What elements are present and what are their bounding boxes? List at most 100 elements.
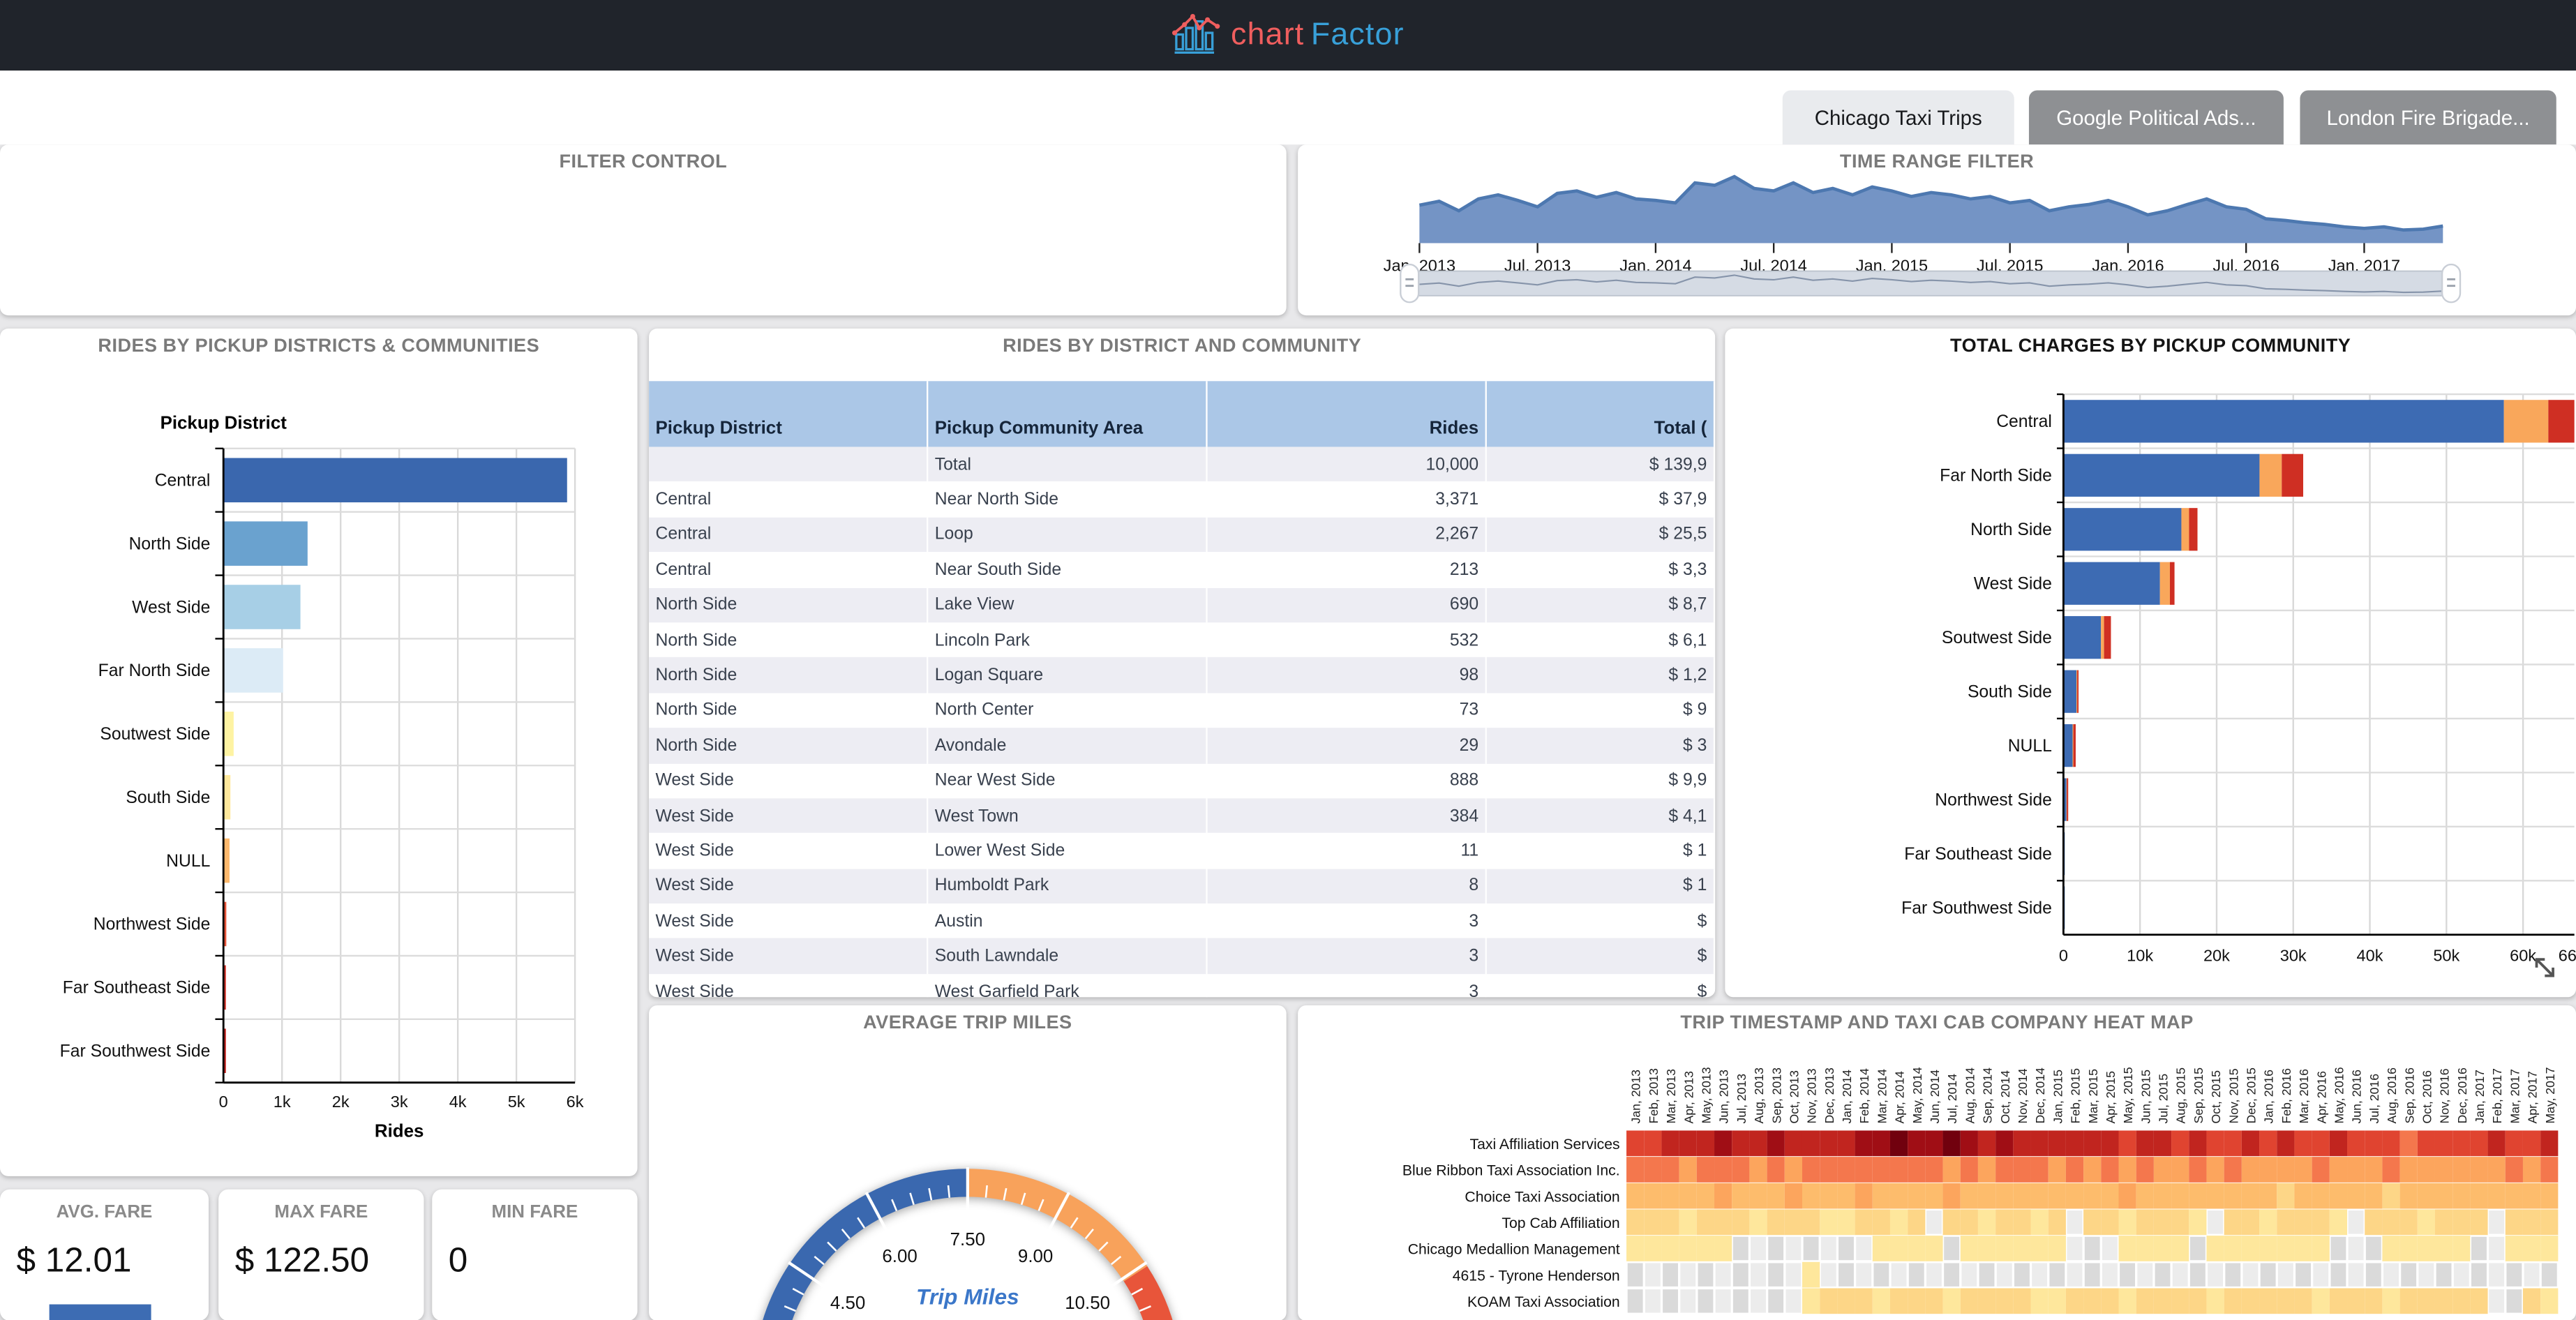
heatmap-cell[interactable]	[2101, 1183, 2119, 1209]
heatmap-cell[interactable]	[2347, 1157, 2365, 1183]
heatmap-cell[interactable]	[2471, 1263, 2487, 1287]
heatmap-cell[interactable]	[2136, 1183, 2154, 1209]
heatmap-cell[interactable]	[2241, 1130, 2260, 1157]
heatmap-cell[interactable]	[2030, 1236, 2049, 1261]
heatmap-cell[interactable]	[2540, 1130, 2559, 1157]
heatmap-cell[interactable]	[2329, 1130, 2348, 1157]
heatmap-cell[interactable]	[1820, 1183, 1838, 1209]
heatmap-cell[interactable]	[1661, 1157, 1679, 1183]
heatmap-cell[interactable]	[2382, 1209, 2400, 1236]
tab-london-fire-brigade[interactable]: London Fire Brigade...	[2300, 90, 2556, 145]
heatmap-cell[interactable]	[2224, 1130, 2242, 1157]
heatmap-cell[interactable]	[2048, 1183, 2066, 1209]
heatmap-cell[interactable]	[2083, 1209, 2102, 1236]
heatmap-cell[interactable]	[1960, 1236, 1978, 1261]
heatmap-cell[interactable]	[2030, 1130, 2049, 1157]
heatmap-cell[interactable]	[2470, 1183, 2488, 1209]
heatmap-cell[interactable]	[1889, 1288, 1908, 1314]
heatmap-cell[interactable]	[1698, 1263, 1714, 1287]
heatmap-cell[interactable]	[2365, 1130, 2383, 1157]
heatmap-cell[interactable]	[2206, 1183, 2224, 1209]
bar[interactable]	[224, 774, 231, 820]
heatmap-cell[interactable]	[2312, 1157, 2330, 1183]
heatmap-cell[interactable]	[1663, 1263, 1678, 1287]
heatmap-cell[interactable]	[2049, 1263, 2065, 1287]
bar-segment[interactable]	[2063, 616, 2102, 659]
heatmap-cell[interactable]	[2399, 1183, 2418, 1209]
heatmap-cell[interactable]	[1749, 1157, 1767, 1183]
heatmap-cell[interactable]	[1960, 1183, 1978, 1209]
heatmap-cell[interactable]	[2522, 1183, 2541, 1209]
heatmap-cell[interactable]	[2153, 1157, 2172, 1183]
heatmap-cell[interactable]	[1626, 1130, 1645, 1157]
heatmap-cell[interactable]	[2102, 1263, 2118, 1287]
heatmap-cell[interactable]	[2137, 1263, 2153, 1287]
heatmap-cell[interactable]	[2224, 1183, 2242, 1209]
trip-miles-gauge[interactable]: 4.50 6.00 7.50 9.00 10.50 Trip Miles	[649, 1005, 1287, 1320]
heatmap-cell[interactable]	[2487, 1157, 2506, 1183]
heatmap-cell[interactable]	[1732, 1183, 1750, 1209]
heatmap-cell[interactable]	[1626, 1209, 1645, 1236]
heatmap-cell[interactable]	[2296, 1263, 2311, 1287]
heatmap-cell[interactable]	[2365, 1183, 2383, 1209]
heatmap-cell[interactable]	[1839, 1263, 1854, 1287]
heatmap-cell[interactable]	[1751, 1263, 1766, 1287]
heatmap-cell[interactable]	[2030, 1157, 2049, 1183]
heatmap-cell[interactable]	[1977, 1288, 1996, 1314]
heatmap-cell[interactable]	[1837, 1183, 1855, 1209]
bar-segment[interactable]	[2548, 400, 2575, 443]
heatmap-cell[interactable]	[2489, 1210, 2505, 1234]
heatmap-cell[interactable]	[1820, 1236, 1836, 1261]
heatmap-cell[interactable]	[1749, 1209, 1767, 1236]
bar-segment[interactable]	[2063, 724, 2073, 767]
heatmap-cell[interactable]	[2014, 1263, 2030, 1287]
heatmap-cell[interactable]	[2277, 1183, 2295, 1209]
bar[interactable]	[224, 1028, 226, 1074]
heatmap-cell[interactable]	[1942, 1288, 1961, 1314]
heatmap-cell[interactable]	[1977, 1130, 1996, 1157]
resize-handle-icon[interactable]	[2535, 958, 2554, 977]
heatmap-cell[interactable]	[2153, 1209, 2172, 1236]
heatmap-cell[interactable]	[1714, 1183, 1732, 1209]
bar-segment[interactable]	[2073, 724, 2076, 767]
slider-handle-body[interactable]	[2441, 263, 2462, 303]
heatmap-cell[interactable]	[2136, 1288, 2154, 1314]
table-row[interactable]: Central Near South Side 213 $ 3,3	[649, 552, 1716, 587]
heatmap-cell[interactable]	[1663, 1289, 1678, 1313]
heatmap-cell[interactable]	[2399, 1288, 2418, 1314]
bar-segment[interactable]	[2063, 508, 2182, 551]
heatmap-cell[interactable]	[2083, 1183, 2102, 1209]
heatmap-cell[interactable]	[2118, 1183, 2136, 1209]
heatmap-cell[interactable]	[2399, 1236, 2418, 1261]
heatmap-cell[interactable]	[2277, 1130, 2295, 1157]
bar-segment[interactable]	[2067, 778, 2069, 821]
heatmap-cell[interactable]	[2540, 1288, 2559, 1314]
heatmap-cell[interactable]	[1627, 1263, 1643, 1287]
bar-segment[interactable]	[2101, 616, 2104, 659]
heatmap-cell[interactable]	[2136, 1157, 2154, 1183]
heatmap-cell[interactable]	[1908, 1209, 1926, 1236]
heatmap-cell[interactable]	[2120, 1263, 2136, 1287]
heatmap-cell[interactable]	[2118, 1288, 2136, 1314]
heatmap-cell[interactable]	[1889, 1130, 1908, 1157]
heatmap-cell[interactable]	[2013, 1157, 2031, 1183]
heatmap-cell[interactable]	[1680, 1289, 1696, 1313]
heatmap-cell[interactable]	[1820, 1130, 1838, 1157]
heatmap-cell[interactable]	[1645, 1289, 1661, 1313]
heatmap-cell[interactable]	[2487, 1183, 2506, 1209]
heatmap-cell[interactable]	[2241, 1288, 2260, 1314]
heatmap-cell[interactable]	[2347, 1130, 2365, 1157]
heatmap-cell[interactable]	[1925, 1157, 1943, 1183]
rides-bar-chart[interactable]: Pickup District 0 1k 2k 3k 4k 5k 6k Central North…	[0, 329, 638, 1176]
heatmap-cell[interactable]	[1856, 1263, 1872, 1287]
heatmap-cell[interactable]	[2101, 1288, 2119, 1314]
heatmap-cell[interactable]	[1696, 1209, 1715, 1236]
heatmap-cell[interactable]	[2401, 1263, 2417, 1287]
heatmap-cell[interactable]	[2417, 1130, 2435, 1157]
heatmap-cell[interactable]	[2382, 1130, 2400, 1157]
heatmap-cell[interactable]	[2348, 1263, 2364, 1287]
heatmap-cell[interactable]	[1942, 1183, 1961, 1209]
heatmap-cell[interactable]	[2383, 1263, 2399, 1287]
heatmap-cell[interactable]	[2241, 1183, 2260, 1209]
heatmap-cell[interactable]	[2065, 1183, 2084, 1209]
